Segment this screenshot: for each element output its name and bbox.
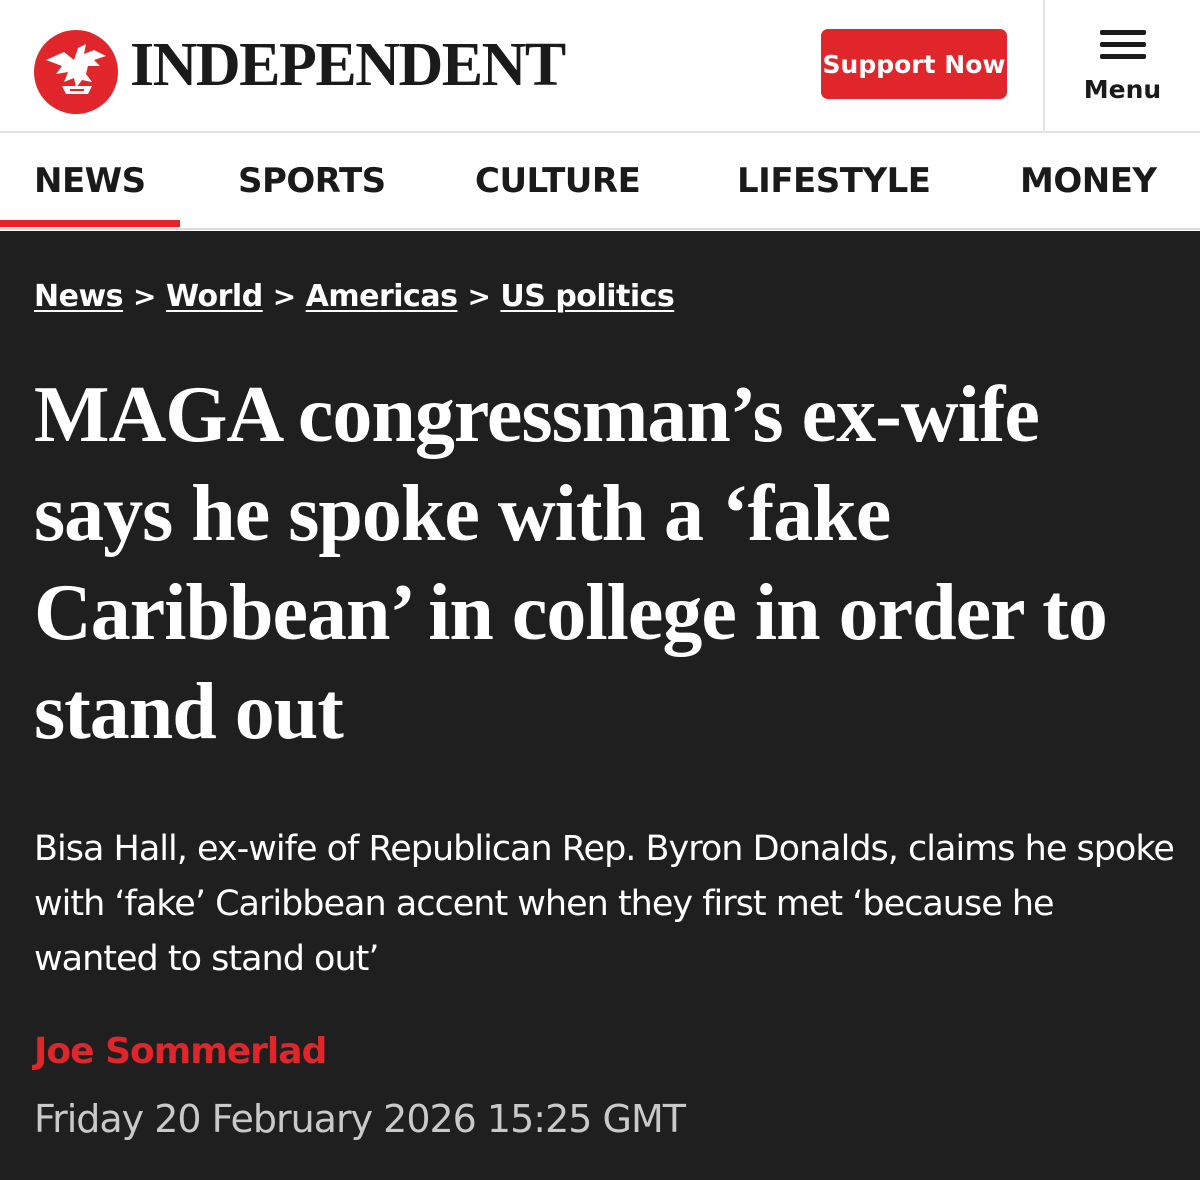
breadcrumb-us-politics[interactable]: US politics <box>500 279 674 314</box>
breadcrumb-world[interactable]: World <box>166 279 263 314</box>
article-standfirst: Bisa Hall, ex-wife of Republican Rep. By… <box>34 829 1175 979</box>
author-link[interactable]: Joe Sommerlad <box>34 1031 327 1072</box>
site-logo-text[interactable]: INDEPENDENT <box>130 30 566 100</box>
eagle-logo-icon[interactable] <box>34 30 118 114</box>
article-hero: News > World > Americas > US politics MAGA con… <box>0 231 1200 1180</box>
menu-label: Menu <box>1083 75 1162 104</box>
active-nav-indicator <box>0 220 180 227</box>
menu-button[interactable]: Menu <box>1045 0 1200 131</box>
article-headline: MAGA congressman’s ex-wife says he spoke… <box>34 371 1108 756</box>
nav-item-lifestyle[interactable]: LIFESTYLE <box>737 133 931 230</box>
breadcrumb-separator: > <box>467 280 491 313</box>
hamburger-menu-icon <box>1100 30 1146 60</box>
breadcrumb-separator: > <box>272 280 296 313</box>
site-header: INDEPENDENT Support Now Menu <box>0 0 1200 133</box>
nav-item-news[interactable]: NEWS <box>34 133 146 230</box>
nav-item-money[interactable]: MONEY <box>1020 133 1157 230</box>
breadcrumb-news[interactable]: News <box>34 279 124 314</box>
section-nav: NEWS SPORTS CULTURE LIFESTYLE MONEY <box>0 133 1200 230</box>
breadcrumb-separator: > <box>133 280 156 313</box>
publish-date: Friday 20 February 2026 15:25 GMT <box>34 1097 686 1141</box>
nav-item-sports[interactable]: SPORTS <box>238 133 386 230</box>
breadcrumb: News > World > Americas > US politics <box>34 279 675 314</box>
support-now-button[interactable]: Support Now <box>821 29 1007 99</box>
nav-item-culture[interactable]: CULTURE <box>475 133 641 230</box>
breadcrumb-americas[interactable]: Americas <box>306 279 458 314</box>
